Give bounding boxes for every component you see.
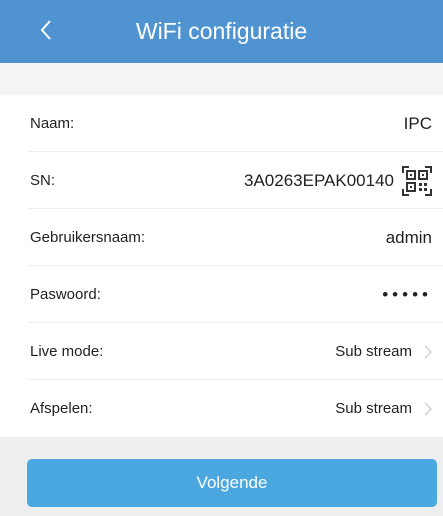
afspelen-value: Sub stream [335, 400, 412, 417]
header-bar: WiFi configuratie [0, 0, 443, 63]
afspelen-label: Afspelen: [30, 400, 93, 417]
afspelen-value-group: Sub stream [335, 400, 432, 417]
wifi-config-screen: WiFi configuratie Naam: IPC SN: 3A0263EP… [0, 0, 443, 516]
live-mode-value-group: Sub stream [335, 343, 432, 360]
row-sn[interactable]: SN: 3A0263EPAK00140 [0, 152, 443, 209]
live-mode-label: Live mode: [30, 343, 104, 360]
gebruikersnaam-value: admin [385, 227, 432, 247]
row-gebruikersnaam[interactable]: Gebruikersnaam: admin [0, 209, 443, 266]
gebruikersnaam-label: Gebruikersnaam: [30, 229, 146, 246]
row-afspelen[interactable]: Afspelen: Sub stream [0, 380, 443, 437]
row-naam[interactable]: Naam: IPC [0, 95, 443, 152]
chevron-right-icon [424, 344, 432, 359]
settings-list: Naam: IPC SN: 3A0263EPAK00140 Gebruikers… [0, 95, 443, 437]
qr-code-icon[interactable] [402, 165, 432, 196]
next-button[interactable]: Volgende [27, 459, 437, 507]
header-spacer [0, 63, 443, 95]
paswoord-value: ••••• [382, 285, 432, 304]
row-paswoord[interactable]: Paswoord: ••••• [0, 266, 443, 323]
naam-label: Naam: [30, 115, 75, 132]
live-mode-value: Sub stream [335, 343, 412, 360]
naam-value: IPC [403, 113, 432, 133]
page-title: WiFi configuratie [135, 18, 308, 44]
paswoord-label: Paswoord: [30, 286, 101, 303]
sn-value-group: 3A0263EPAK00140 [244, 165, 432, 196]
row-live-mode[interactable]: Live mode: Sub stream [0, 323, 443, 380]
chevron-right-icon [424, 401, 432, 416]
sn-label: SN: [30, 172, 56, 189]
sn-value: 3A0263EPAK00140 [244, 170, 394, 190]
